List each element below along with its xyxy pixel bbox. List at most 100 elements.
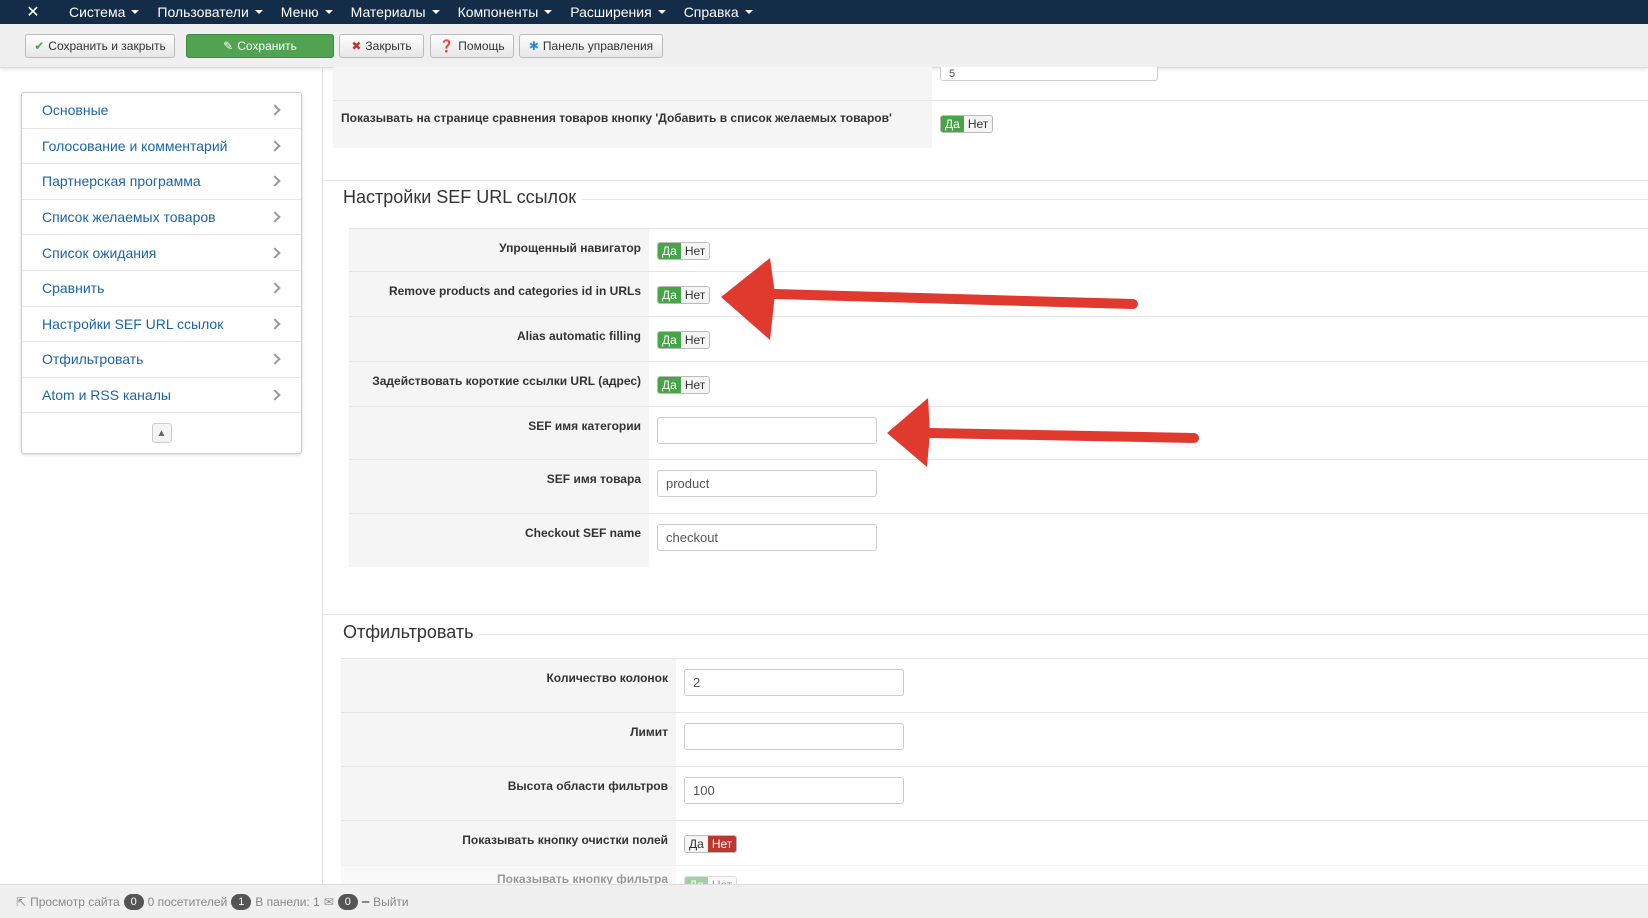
menu-help[interactable]: Справка: [675, 0, 762, 24]
compare-wishlist-toggle[interactable]: Да Нет: [940, 115, 994, 133]
form-field: ДаНет: [649, 229, 718, 271]
filter-button-toggle[interactable]: ДаНет: [684, 876, 738, 884]
panel-badge: 1: [231, 893, 252, 910]
limit-input[interactable]: [684, 723, 904, 750]
toggle-no[interactable]: Нет: [707, 877, 737, 884]
view-site-link[interactable]: Просмотр сайта: [30, 895, 120, 909]
toggle-yes[interactable]: Да: [685, 836, 708, 852]
messages-badge[interactable]: 0: [337, 893, 358, 910]
chevron-right-icon: [269, 282, 281, 294]
clear-button-label: Показывать кнопку очистки полей: [341, 821, 676, 865]
menu-system[interactable]: Система: [60, 0, 148, 24]
form-field: ДаНет: [649, 362, 718, 406]
menu-menus[interactable]: Меню: [272, 0, 342, 24]
sidebar-item-label: Партнерская программа: [42, 173, 201, 190]
toggle-no[interactable]: Нет: [680, 287, 710, 303]
form-row: Высота области фильтров 100: [341, 766, 1648, 820]
compare-wishlist-label: Показывать на странице сравнения товаров…: [333, 101, 932, 148]
remove-ids-toggle[interactable]: Да Нет: [657, 286, 711, 304]
form-field: ДаНет: [649, 317, 718, 361]
toggle-yes[interactable]: Да: [658, 287, 681, 303]
form-row: Задействовать короткие ссылки URL (адрес…: [349, 361, 1648, 406]
form-field: ДаНет: [676, 821, 745, 865]
save-button[interactable]: ✎ Сохранить: [186, 34, 334, 58]
chevron-right-icon: [269, 211, 281, 223]
toggle-no[interactable]: Нет: [963, 116, 993, 132]
sef-category-label: SEF имя категории: [349, 407, 649, 459]
visitors-badge: 0: [123, 893, 144, 910]
form-field: 100: [676, 767, 912, 820]
sef-product-input[interactable]: product: [657, 470, 877, 497]
caret-down-icon: [544, 10, 553, 14]
toolbar: ✔ Сохранить и закрыть ✎ Сохранить ✖ Закрыть…: [0, 24, 1648, 68]
partial-row-label: [333, 67, 932, 100]
scroll-up-button[interactable]: ▲: [151, 423, 172, 444]
toggle-yes[interactable]: Да: [941, 116, 964, 132]
sidebar-item-affiliate[interactable]: Партнерская программа: [22, 164, 301, 200]
filter-height-input[interactable]: 100: [684, 777, 904, 804]
sef-category-input[interactable]: [657, 417, 877, 444]
logout-link[interactable]: Выйти: [373, 895, 409, 909]
sidebar-item-label: Atom и RSS каналы: [42, 387, 171, 404]
form-row: Показывать кнопку очистки полей Да Нет: [341, 820, 1648, 865]
help-button[interactable]: ❓ Помощь: [430, 34, 514, 58]
main-content: 5 Показывать на странице сравнения товар…: [322, 67, 1648, 884]
sidebar-item-wishlist[interactable]: Список желаемых товаров: [22, 200, 301, 236]
caret-down-icon: [657, 10, 666, 14]
form-row: Checkout SEF name checkout: [349, 513, 1648, 567]
menu-users[interactable]: Пользователи: [148, 0, 271, 24]
save-close-button[interactable]: ✔ Сохранить и закрыть: [25, 34, 175, 58]
caret-down-icon: [744, 10, 753, 14]
button-label: Закрыть: [365, 39, 412, 53]
chevron-right-icon: [269, 104, 281, 116]
alias-auto-toggle[interactable]: Да Нет: [657, 331, 711, 349]
triangle-up-icon: ▲: [156, 427, 167, 439]
menu-content[interactable]: Материалы: [342, 0, 449, 24]
toggle-no[interactable]: Нет: [680, 377, 710, 393]
toggle-yes[interactable]: Да: [658, 243, 681, 259]
sidebar-item-voting[interactable]: Голосование и комментарий: [22, 129, 301, 165]
control-panel-button[interactable]: ✱ Панель управления: [519, 34, 663, 58]
chevron-right-icon: [269, 389, 281, 401]
clear-button-toggle[interactable]: Да Нет: [684, 835, 738, 853]
sidebar-item-label: Голосование и комментарий: [42, 137, 228, 154]
caret-down-icon: [254, 10, 263, 14]
toggle-yes[interactable]: Да: [685, 877, 708, 884]
joomla-icon[interactable]: ✕: [18, 0, 48, 24]
main-menu: Система Пользователи Меню Материалы Комп…: [60, 0, 762, 24]
menu-components[interactable]: Компоненты: [449, 0, 562, 24]
sidebar-item-sef[interactable]: Настройки SEF URL ссылок: [22, 307, 301, 343]
sidebar-item-label: Основные: [42, 102, 109, 119]
toggle-no[interactable]: Нет: [707, 836, 737, 852]
sidebar-item-general[interactable]: Основные: [22, 93, 301, 129]
joomla-icon: ✱: [528, 39, 539, 53]
simple-nav-toggle[interactable]: Да Нет: [657, 242, 711, 260]
toggle-yes[interactable]: Да: [658, 332, 681, 348]
form-field: ДаНет: [676, 866, 745, 884]
sidebar-item-rss[interactable]: Atom и RSS каналы: [22, 378, 301, 414]
partial-input[interactable]: 5: [940, 67, 1158, 81]
form-row: Remove products and categories id in URL…: [349, 271, 1648, 316]
checkout-sef-input[interactable]: checkout: [657, 524, 877, 551]
sef-section-title: Настройки SEF URL ссылок: [343, 187, 583, 208]
toggle-no[interactable]: Нет: [680, 332, 710, 348]
chevron-right-icon: [269, 175, 281, 188]
form-row: Показывать кнопку фильтра ДаНет: [341, 865, 1648, 884]
minus-icon: ━: [361, 894, 370, 909]
toggle-yes[interactable]: Да: [658, 377, 681, 393]
sidebar-item-waitlist[interactable]: Список ожидания: [22, 235, 301, 271]
menu-extensions[interactable]: Расширения: [561, 0, 674, 24]
columns-input[interactable]: 2: [684, 669, 904, 696]
toggle-no[interactable]: Нет: [680, 243, 710, 259]
caret-down-icon: [431, 10, 440, 14]
close-button[interactable]: ✖ Закрыть: [339, 34, 424, 58]
short-urls-toggle[interactable]: Да Нет: [657, 376, 711, 394]
form-field: 2: [676, 659, 912, 712]
visitors-label: 0 посетителей: [147, 894, 228, 909]
filter-height-label: Высота области фильтров: [341, 767, 676, 820]
menu-label: Компоненты: [457, 4, 539, 20]
menu-label: Справка: [683, 4, 739, 20]
sidebar-item-filter[interactable]: Отфильтровать: [22, 342, 301, 378]
sidebar-item-label: Список желаемых товаров: [42, 209, 216, 226]
sidebar-item-compare[interactable]: Сравнить: [22, 271, 301, 307]
